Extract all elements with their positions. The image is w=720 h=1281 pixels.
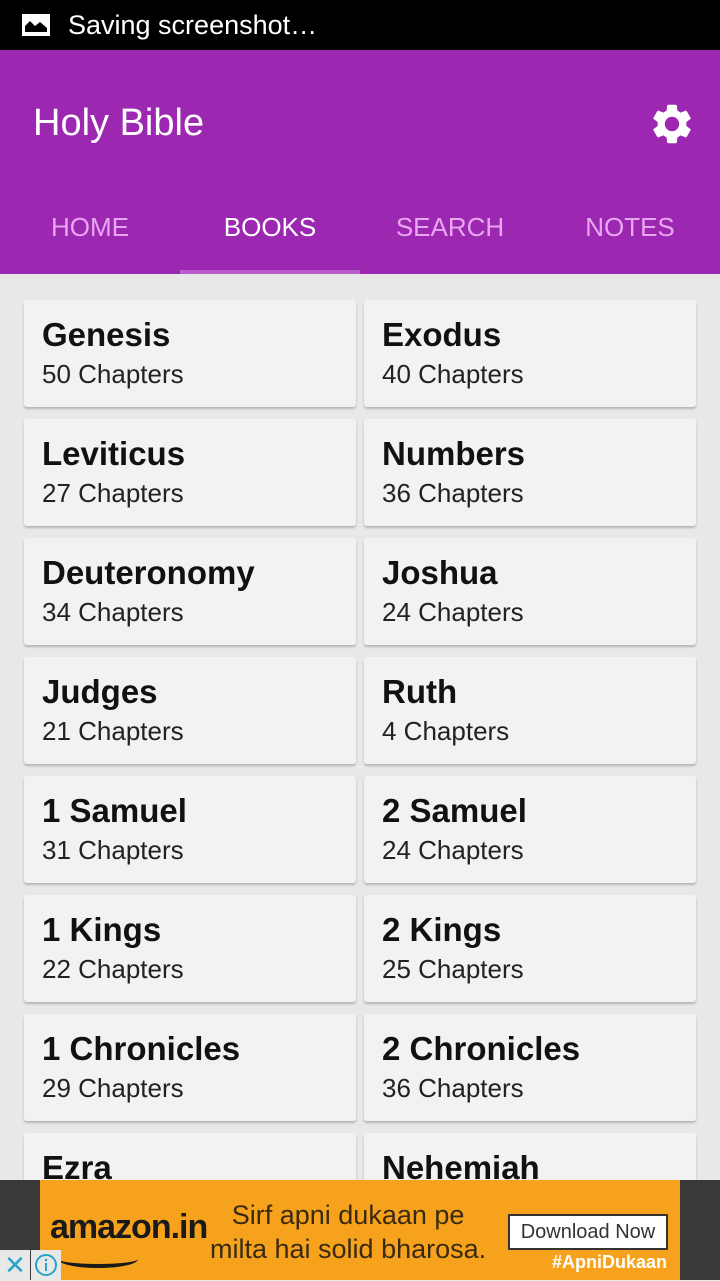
- book-card[interactable]: 1 Samuel 31 Chapters: [24, 776, 356, 883]
- book-card[interactable]: Ruth 4 Chapters: [364, 657, 696, 764]
- book-name: Genesis: [42, 316, 171, 353]
- book-card[interactable]: Genesis 50 Chapters: [24, 300, 356, 407]
- book-name: Leviticus: [42, 435, 186, 472]
- book-name: Joshua: [382, 554, 498, 591]
- book-chapters: 24 Chapters: [382, 597, 524, 627]
- book-chapters: 24 Chapters: [382, 835, 524, 865]
- amazon-smile-icon: [58, 1250, 138, 1268]
- book-name: Ruth: [382, 673, 458, 710]
- book-card[interactable]: 2 Samuel 24 Chapters: [364, 776, 696, 883]
- tab-home[interactable]: HOME: [0, 190, 180, 274]
- book-chapters: 36 Chapters: [382, 478, 524, 508]
- tab-search[interactable]: SEARCH: [360, 190, 540, 274]
- book-card[interactable]: Numbers 36 Chapters: [364, 419, 696, 526]
- tab-notes[interactable]: NOTES: [540, 190, 720, 274]
- app-title: Holy Bible: [33, 102, 205, 144]
- status-text: Saving screenshot…: [68, 9, 318, 40]
- book-card[interactable]: Exodus 40 Chapters: [364, 300, 696, 407]
- book-chapters: 25 Chapters: [382, 954, 524, 984]
- ad-line-2: milta hai solid bharosa.: [210, 1234, 487, 1264]
- book-chapters: 34 Chapters: [42, 597, 184, 627]
- book-name: Deuteronomy: [42, 554, 255, 591]
- book-chapters: 29 Chapters: [42, 1073, 184, 1103]
- book-card[interactable]: 1 Chronicles 29 Chapters: [24, 1014, 356, 1121]
- download-now-button[interactable]: Download Now: [508, 1214, 668, 1250]
- books-grid: Genesis 50 Chapters Exodus 40 Chapters Lev…: [24, 300, 696, 1240]
- ad-content[interactable]: amazon.in Sirf apni dukaan pe milta hai …: [40, 1180, 680, 1280]
- book-chapters: 21 Chapters: [42, 716, 184, 746]
- close-icon[interactable]: ✕: [0, 1250, 30, 1280]
- ad-hashtag: #ApniDukaan: [552, 1252, 668, 1272]
- book-name: Numbers: [382, 435, 526, 472]
- tab-bar: HOME BOOKS SEARCH NOTES: [0, 190, 720, 274]
- book-name: 1 Chronicles: [42, 1030, 241, 1067]
- book-card[interactable]: Deuteronomy 34 Chapters: [24, 538, 356, 645]
- book-chapters: 31 Chapters: [42, 835, 184, 865]
- book-name: 2 Kings: [382, 911, 502, 948]
- book-card[interactable]: 1 Kings 22 Chapters: [24, 895, 356, 1002]
- ad-banner[interactable]: amazon.in Sirf apni dukaan pe milta hai …: [0, 1180, 720, 1280]
- image-icon: [22, 14, 50, 36]
- book-name: 1 Kings: [42, 911, 162, 948]
- book-name: Exodus: [382, 316, 502, 353]
- book-name: Judges: [42, 673, 158, 710]
- book-card[interactable]: 2 Kings 25 Chapters: [364, 895, 696, 1002]
- book-chapters: 22 Chapters: [42, 954, 184, 984]
- book-chapters: 4 Chapters: [382, 716, 510, 746]
- book-card[interactable]: 2 Chronicles 36 Chapters: [364, 1014, 696, 1121]
- app-bar: Holy Bible HOME BOOKS SEARCH NOTES: [0, 50, 720, 274]
- book-card[interactable]: Joshua 24 Chapters: [364, 538, 696, 645]
- info-icon[interactable]: [31, 1250, 61, 1280]
- gear-icon[interactable]: [648, 100, 696, 148]
- book-card[interactable]: Leviticus 27 Chapters: [24, 419, 356, 526]
- ad-text: Sirf apni dukaan pe milta hai solid bhar…: [210, 1198, 486, 1266]
- book-chapters: 27 Chapters: [42, 478, 184, 508]
- book-card[interactable]: Judges 21 Chapters: [24, 657, 356, 764]
- book-name: 2 Samuel: [382, 792, 527, 829]
- ad-brand-logo: amazon.in: [50, 1208, 208, 1246]
- book-chapters: 36 Chapters: [382, 1073, 524, 1103]
- status-bar: Saving screenshot…: [0, 0, 720, 50]
- ad-line-1: Sirf apni dukaan pe: [231, 1200, 465, 1230]
- tab-books[interactable]: BOOKS: [180, 190, 360, 274]
- book-name: 1 Samuel: [42, 792, 187, 829]
- book-chapters: 40 Chapters: [382, 359, 524, 389]
- book-name: 2 Chronicles: [382, 1030, 581, 1067]
- book-chapters: 50 Chapters: [42, 359, 184, 389]
